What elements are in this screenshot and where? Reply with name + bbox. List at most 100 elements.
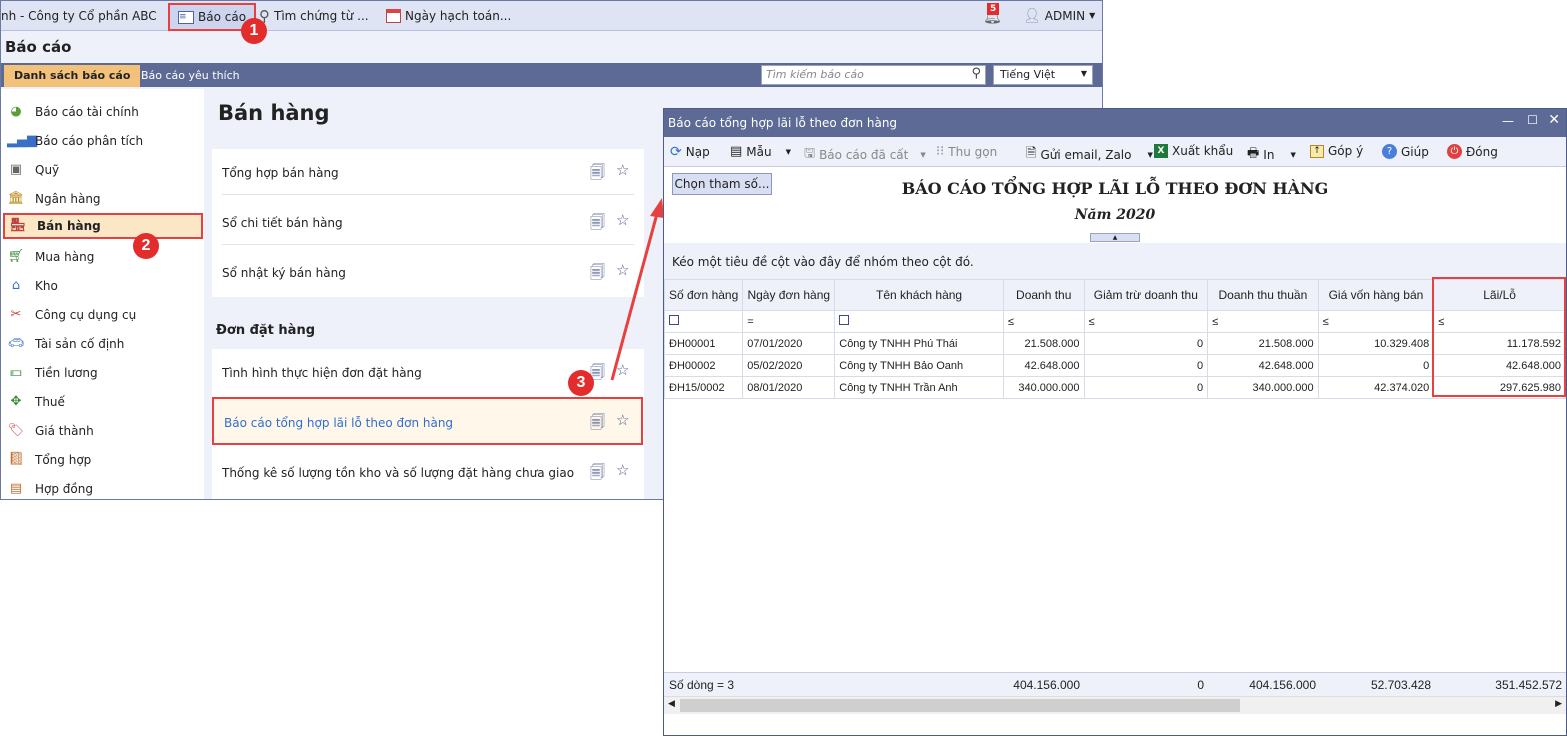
language-select[interactable]: Tiếng Việt ▼: [993, 65, 1093, 85]
sidebar-item-general[interactable]: 📙︎ Tổng hợp: [7, 448, 92, 472]
group-by-area[interactable]: Kéo một tiêu đề cột vào đây để nhóm theo…: [664, 243, 1566, 279]
price-tag-icon: 🏷︎: [7, 423, 25, 438]
report-link-sales-summary[interactable]: Tổng hợp bán hàng: [222, 166, 339, 180]
cell-profit-loss: 297.625.980: [1433, 376, 1566, 399]
report-link-order-status[interactable]: Tình hình thực hiện đơn đặt hàng: [222, 366, 422, 380]
template-button[interactable]: ▤ Mẫu ▼: [730, 144, 791, 159]
filter-operator: ≤: [1088, 315, 1095, 328]
sales-report-card: Tổng hợp bán hàng 🗐︎ ☆ Sổ chi tiết bán h…: [212, 149, 644, 297]
sidebar-item-financial[interactable]: ◕ Báo cáo tài chính: [7, 100, 139, 124]
reload-label: Nạp: [685, 145, 710, 159]
sidebar-item-salary[interactable]: 💵︎ Tiền lương: [7, 361, 97, 385]
cell-order-date: 07/01/2020: [742, 332, 836, 355]
sidebar-item-label: Báo cáo tài chính: [35, 105, 139, 119]
sidebar-item-label: Báo cáo phân tích: [35, 134, 144, 148]
sidebar-item-label: Tổng hợp: [35, 453, 92, 467]
saved-report-button[interactable]: 🖫︎ Báo cáo đã cất ▼: [804, 144, 926, 166]
report-search-input[interactable]: Tìm kiếm báo cáo ⚲: [761, 65, 986, 85]
close-icon[interactable]: ✕: [1548, 112, 1560, 128]
sidebar-item-cost[interactable]: 🏷︎ Giá thành: [7, 419, 94, 443]
language-value: Tiếng Việt: [1000, 68, 1056, 81]
scroll-left-icon[interactable]: ◀: [668, 699, 675, 709]
report-link-profit-by-order[interactable]: Báo cáo tổng hợp lãi lỗ theo đơn hàng: [224, 416, 453, 430]
sidebar-item-analysis[interactable]: ▂▄▆ Báo cáo phân tích: [7, 129, 143, 153]
column-header-order-date[interactable]: Ngày đơn hàng: [742, 279, 836, 311]
report-link-profit-by-order-row[interactable]: Báo cáo tổng hợp lãi lỗ theo đơn hàng 🗐︎…: [212, 397, 643, 445]
sidebar-item-warehouse[interactable]: ⌂ Kho: [7, 274, 58, 298]
car-icon: 🚗︎: [7, 336, 25, 351]
column-header-customer[interactable]: Tên khách hàng: [834, 279, 1004, 311]
sidebar-item-bank[interactable]: 🏛︎ Ngân hàng: [7, 187, 101, 211]
find-voucher-label: Tìm chứng từ ...: [274, 9, 369, 23]
filter-cell[interactable]: ≤: [1433, 310, 1566, 333]
column-header-revenue[interactable]: Doanh thu: [1002, 279, 1085, 311]
report-window-title: Báo cáo tổng hợp lãi lỗ theo đơn hàng: [668, 116, 898, 130]
report-link-sales-journal[interactable]: Sổ nhật ký bán hàng: [222, 266, 346, 280]
filter-cell[interactable]: ≤: [1083, 310, 1209, 333]
preview-icon[interactable]: 🗐︎: [590, 462, 605, 487]
sidebar-item-label: Kho: [35, 279, 58, 293]
table-row[interactable]: ĐH15/0002 08/01/2020 Công ty TNHH Trần A…: [663, 376, 1566, 399]
template-icon: ▤: [730, 144, 743, 159]
find-voucher-button[interactable]: ⚲ Tìm chứng từ ...: [259, 5, 369, 27]
filter-cell[interactable]: [834, 310, 1004, 333]
sidebar-item-label: Ngân hàng: [35, 192, 101, 206]
user-menu[interactable]: 👤︎ ADMIN ▼: [1023, 5, 1095, 27]
tab-report-list[interactable]: Danh sách báo cáo: [4, 65, 141, 87]
maximize-icon[interactable]: ☐: [1527, 113, 1538, 127]
column-header-deductions[interactable]: Giảm trừ doanh thu: [1083, 279, 1209, 311]
search-placeholder: Tìm kiếm báo cáo: [766, 68, 864, 81]
filter-cell[interactable]: ≤: [1002, 310, 1085, 333]
report-link-stock-vs-orders[interactable]: Thống kê số lượng tồn kho và số lượng đặ…: [222, 466, 574, 480]
table-row[interactable]: ĐH00002 05/02/2020 Công ty TNHH Bảo Oanh…: [663, 354, 1566, 377]
column-header-profit-loss[interactable]: Lãi/Lỗ: [1433, 279, 1566, 311]
minimize-icon[interactable]: —: [1502, 114, 1514, 128]
sidebar-item-purchase[interactable]: 🛒︎ Mua hàng: [7, 245, 95, 269]
collapse-button[interactable]: ⁝⁝ Thu gọn: [936, 144, 997, 159]
search-icon[interactable]: ⚲: [971, 66, 981, 81]
print-button[interactable]: 🖶︎ In ▼: [1247, 144, 1296, 166]
column-header-cogs[interactable]: Giá vốn hàng bán: [1317, 279, 1435, 311]
notification-badge: 5: [987, 3, 1000, 15]
filter-cell[interactable]: ≤: [1317, 310, 1435, 333]
close-report-button[interactable]: ⏻ Đóng: [1447, 144, 1498, 159]
scrollbar-thumb[interactable]: [680, 699, 1240, 712]
sidebar-item-tax[interactable]: ✥ Thuế: [7, 390, 65, 414]
table-row[interactable]: ĐH00001 07/01/2020 Công ty TNHH Phú Thái…: [663, 332, 1566, 355]
tab-favorite-reports[interactable]: Báo cáo yêu thích: [131, 65, 250, 87]
report-icon: ≡: [178, 10, 194, 24]
sidebar-item-tools[interactable]: ✂ Công cụ dụng cụ: [7, 303, 137, 327]
warehouse-icon: ⌂: [11, 278, 21, 293]
callout-step-2: 2: [133, 233, 159, 259]
star-icon[interactable]: ☆: [616, 461, 629, 479]
collapse-header-handle[interactable]: ▲: [1090, 233, 1140, 242]
filter-cell[interactable]: ≤: [1207, 310, 1319, 333]
cell-order-date: 05/02/2020: [742, 354, 836, 377]
star-icon[interactable]: ☆: [616, 161, 629, 179]
horizontal-scrollbar[interactable]: ◀ ▶: [664, 696, 1566, 714]
column-header-order-no[interactable]: Số đơn hàng: [663, 279, 744, 311]
preview-icon[interactable]: 🗐︎: [590, 412, 605, 437]
filter-cell[interactable]: =: [742, 310, 836, 333]
cell-order-date: 08/01/2020: [742, 376, 836, 399]
report-link-sales-detail[interactable]: Sổ chi tiết bán hàng: [222, 216, 343, 230]
help-button[interactable]: ? Giúp: [1382, 144, 1429, 159]
star-icon[interactable]: ☆: [616, 411, 629, 429]
feedback-button[interactable]: ↑ Góp ý: [1310, 144, 1363, 158]
preview-icon[interactable]: 🗐︎: [590, 162, 605, 187]
chevron-down-icon: ▼: [1147, 151, 1153, 159]
send-email-button[interactable]: 🗎︎ Gửi email, Zalo ▼: [1026, 144, 1153, 166]
sidebar-item-sales[interactable]: 🏪︎ Bán hàng: [3, 213, 203, 239]
money-icon: 💵︎: [10, 365, 22, 380]
sidebar-item-fixed-assets[interactable]: 🚗︎ Tài sản cố định: [7, 332, 125, 356]
reload-button[interactable]: ⟳ Nạp: [670, 144, 710, 160]
accounting-date-button[interactable]: Ngày hạch toán...: [386, 5, 511, 27]
filter-cell[interactable]: [663, 310, 744, 333]
filter-operator: ≤: [1212, 315, 1219, 328]
sidebar-item-contract[interactable]: ▤ Hợp đồng: [7, 477, 93, 499]
sidebar-item-label: Quỹ: [35, 163, 60, 177]
sidebar-item-cash[interactable]: ▣ Quỹ: [7, 158, 59, 182]
scroll-right-icon[interactable]: ▶: [1555, 699, 1562, 709]
export-button[interactable]: X Xuất khẩu: [1154, 144, 1233, 158]
column-header-net-revenue[interactable]: Doanh thu thuần: [1207, 279, 1319, 311]
